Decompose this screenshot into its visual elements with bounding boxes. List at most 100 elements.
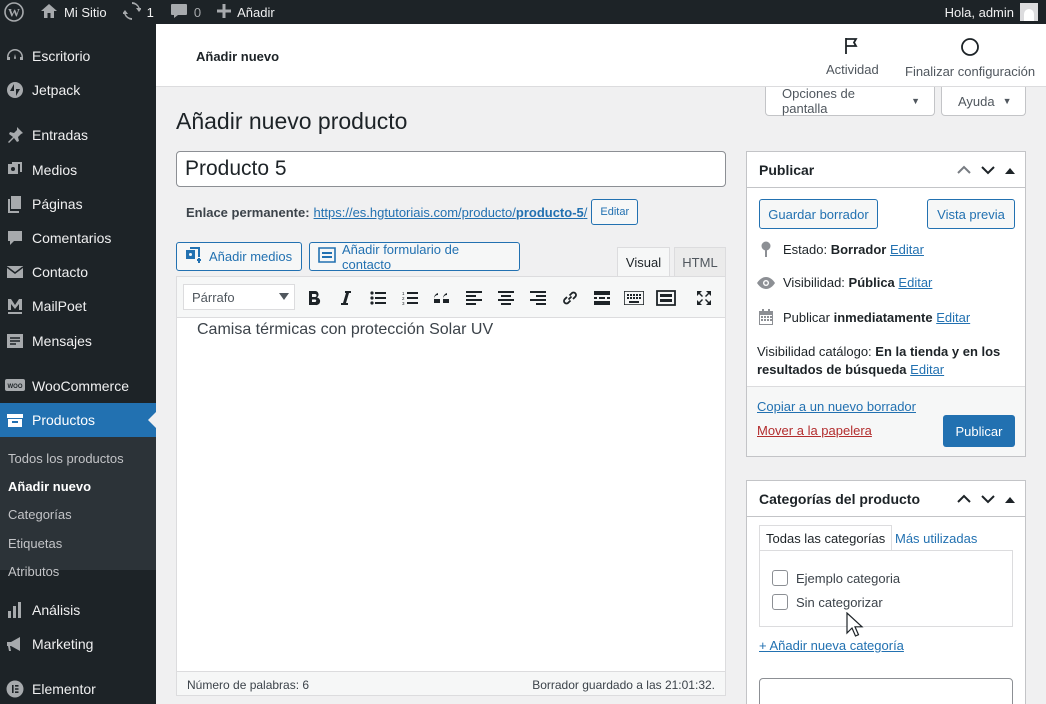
help-button[interactable]: Ayuda ▼ — [941, 87, 1026, 116]
archive-icon — [4, 409, 26, 431]
permalink-row: Enlace permanente: https://es.hgtutoriai… — [186, 199, 639, 225]
edit-catalog-link[interactable]: Editar — [910, 362, 944, 377]
page-header: Añadir nuevo Actividad Finalizar configu… — [156, 24, 1046, 87]
bullet-list-icon[interactable] — [366, 286, 390, 310]
editor-toolbar: Párrafo 123 — [177, 277, 725, 318]
chart-icon — [4, 599, 26, 621]
visibility-row: Visibilidad: Pública Editar — [757, 275, 932, 290]
mouse-cursor-icon — [846, 611, 866, 641]
comments-link[interactable]: 0 — [162, 0, 209, 24]
quote-icon[interactable] — [430, 286, 454, 310]
fullscreen-icon[interactable] — [692, 286, 716, 310]
caret-down-icon — [279, 293, 289, 300]
screen-options-button[interactable]: Opciones de pantalla ▼ — [765, 86, 935, 116]
sidebar-item-jetpack[interactable]: Jetpack — [0, 73, 156, 107]
sidebar-item-elementor[interactable]: Elementor — [0, 672, 156, 704]
svg-text:3: 3 — [402, 301, 405, 305]
form-block-icon[interactable] — [654, 286, 678, 310]
add-contact-form-button[interactable]: Añadir formulario de contacto — [309, 242, 520, 272]
tab-visual[interactable]: Visual — [617, 247, 670, 277]
sidebar-item-contacto[interactable]: Contacto — [0, 255, 156, 289]
sidebar-item-medios[interactable]: Medios — [0, 153, 156, 187]
sidebar-item-entradas[interactable]: Entradas — [0, 118, 156, 152]
sidebar-item-paginas[interactable]: Páginas — [0, 187, 156, 221]
comments-icon — [4, 227, 26, 249]
finish-setup-button[interactable]: Finalizar configuración — [905, 37, 1035, 79]
sidebar-item-woocommerce[interactable]: WOO WooCommerce — [0, 369, 156, 403]
permalink-link[interactable]: https://es.hgtutoriais.com/producto/prod… — [314, 205, 588, 220]
trash-link[interactable]: Mover a la papelera — [757, 423, 872, 438]
chevron-up-icon[interactable] — [957, 491, 971, 507]
activity-button[interactable]: Actividad — [826, 37, 879, 77]
save-draft-button[interactable]: Guardar borrador — [759, 199, 878, 229]
format-select[interactable]: Párrafo — [183, 284, 295, 310]
edit-visibility-link[interactable]: Editar — [898, 275, 932, 290]
refresh-icon — [121, 1, 142, 23]
sidebar-item-marketing[interactable]: Marketing — [0, 627, 156, 661]
align-right-icon[interactable] — [526, 286, 550, 310]
tab-html[interactable]: HTML — [674, 247, 726, 277]
plus-icon — [217, 3, 232, 21]
submenu-categorias[interactable]: Categorías — [8, 507, 72, 522]
content-editor: Párrafo 123 Camisa térmicas con protecci… — [176, 276, 726, 696]
eye-icon — [757, 276, 775, 289]
numbered-list-icon[interactable]: 123 — [398, 286, 422, 310]
checkbox[interactable] — [772, 570, 788, 586]
svg-text:WOO: WOO — [8, 384, 23, 390]
edit-date-link[interactable]: Editar — [936, 310, 970, 325]
updates-link[interactable]: 1 — [115, 0, 162, 24]
toggle-panel-icon[interactable] — [1005, 491, 1015, 507]
add-category-link[interactable]: + Añadir nueva categoría — [759, 638, 904, 653]
page-title: Añadir nuevo producto — [176, 108, 408, 134]
category-item[interactable]: Sin categorizar — [772, 594, 883, 610]
align-center-icon[interactable] — [494, 286, 518, 310]
svg-text:W: W — [8, 6, 20, 20]
edit-status-link[interactable]: Editar — [890, 242, 924, 257]
toggle-panel-icon[interactable] — [1005, 162, 1015, 178]
keyboard-icon[interactable] — [622, 286, 646, 310]
avatar — [1020, 3, 1038, 21]
submenu-anadir-nuevo[interactable]: Añadir nuevo — [8, 479, 91, 494]
bold-icon[interactable] — [302, 286, 326, 310]
align-left-icon[interactable] — [462, 286, 486, 310]
messages-icon — [4, 330, 26, 352]
edit-permalink-button[interactable]: Editar — [591, 199, 639, 225]
sidebar-item-analisis[interactable]: Análisis — [0, 593, 156, 627]
pin-icon — [757, 241, 775, 257]
product-title-input[interactable] — [176, 151, 726, 187]
preview-button[interactable]: Vista previa — [927, 199, 1015, 229]
tab-all-categories[interactable]: Todas las categorías — [759, 525, 893, 551]
italic-icon[interactable] — [334, 286, 358, 310]
link-icon[interactable] — [558, 286, 582, 310]
sidebar-item-mailpoet[interactable]: MailPoet — [0, 289, 156, 323]
chevron-down-icon[interactable] — [981, 162, 995, 178]
add-media-button[interactable]: Añadir medios — [176, 242, 302, 271]
my-account[interactable]: Hola, admin — [945, 0, 1038, 24]
woo-icon: WOO — [4, 375, 26, 397]
submenu-etiquetas[interactable]: Etiquetas — [8, 536, 62, 551]
sidebar-item-mensajes[interactable]: Mensajes — [0, 324, 156, 358]
chevron-up-icon[interactable] — [957, 162, 971, 178]
publish-button[interactable]: Publicar — [943, 415, 1015, 447]
site-name-link[interactable]: Mi Sitio — [32, 0, 115, 24]
tab-popular-categories[interactable]: Más utilizadas — [889, 525, 983, 551]
copy-draft-link[interactable]: Copiar a un nuevo borrador — [757, 399, 916, 414]
submenu-atributos[interactable]: Atributos — [8, 564, 59, 579]
sidebar-item-productos[interactable]: Productos — [0, 403, 156, 437]
megaphone-icon — [4, 633, 26, 655]
sidebar-item-escritorio[interactable]: Escritorio — [0, 39, 156, 73]
new-content-link[interactable]: Añadir — [209, 0, 283, 24]
checkbox[interactable] — [772, 594, 788, 610]
new-category-input[interactable] — [759, 678, 1013, 704]
admin-bar: W Mi Sitio 1 0 Añadir Hola, admin — [0, 0, 1046, 24]
publish-date-row: Publicar inmediatamente Editar — [757, 309, 970, 325]
read-more-icon[interactable] — [590, 286, 614, 310]
publish-box-header: Publicar — [747, 152, 1025, 188]
category-item[interactable]: Ejemplo categoria — [772, 570, 900, 586]
submenu-todos-productos[interactable]: Todos los productos — [8, 451, 124, 466]
editor-content[interactable]: Camisa térmicas con protección Solar UV — [197, 321, 493, 339]
wordpress-logo-icon[interactable]: W — [0, 0, 32, 24]
sidebar-item-comentarios[interactable]: Comentarios — [0, 221, 156, 255]
circle-progress-icon — [960, 37, 980, 64]
chevron-down-icon[interactable] — [981, 491, 995, 507]
